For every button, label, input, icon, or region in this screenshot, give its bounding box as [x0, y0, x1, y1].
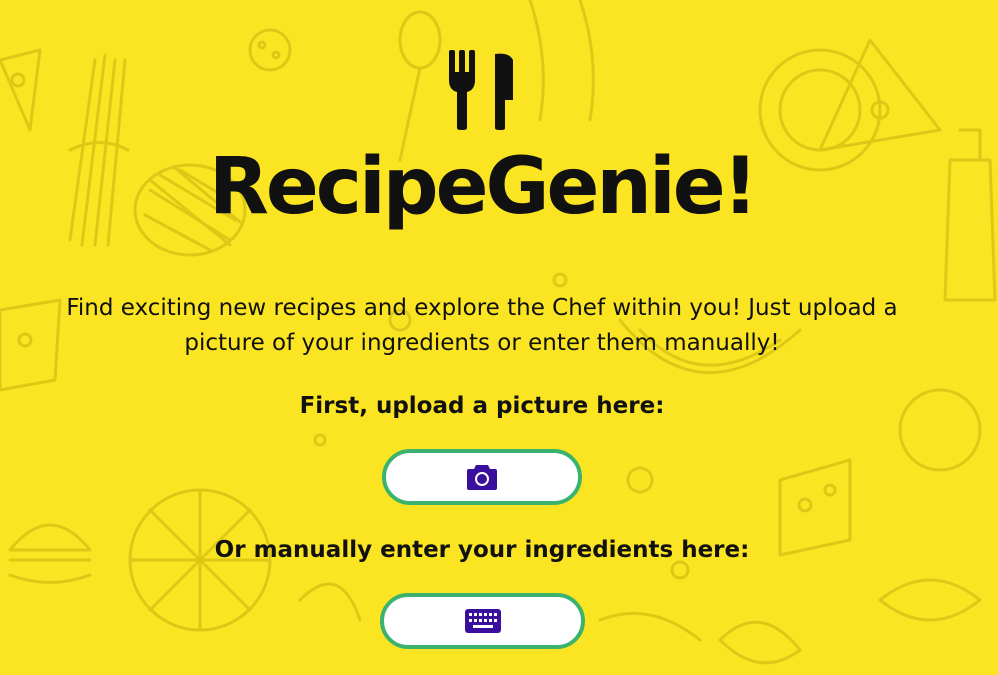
- fork-and-knife-icon: [449, 50, 513, 130]
- manual-entry-label: Or manually enter your ingredients here:: [214, 537, 750, 563]
- keyboard-icon: [464, 609, 501, 633]
- app-title: RecipeGenie!: [208, 142, 758, 232]
- manual-entry-button[interactable]: [380, 593, 585, 649]
- main-content: RecipeGenie! Find exciting new recipes a…: [0, 0, 998, 675]
- upload-picture-button[interactable]: [382, 449, 582, 505]
- camera-icon: [467, 465, 497, 490]
- tagline: Find exciting new recipes and explore th…: [66, 295, 898, 356]
- upload-label: First, upload a picture here:: [299, 393, 665, 419]
